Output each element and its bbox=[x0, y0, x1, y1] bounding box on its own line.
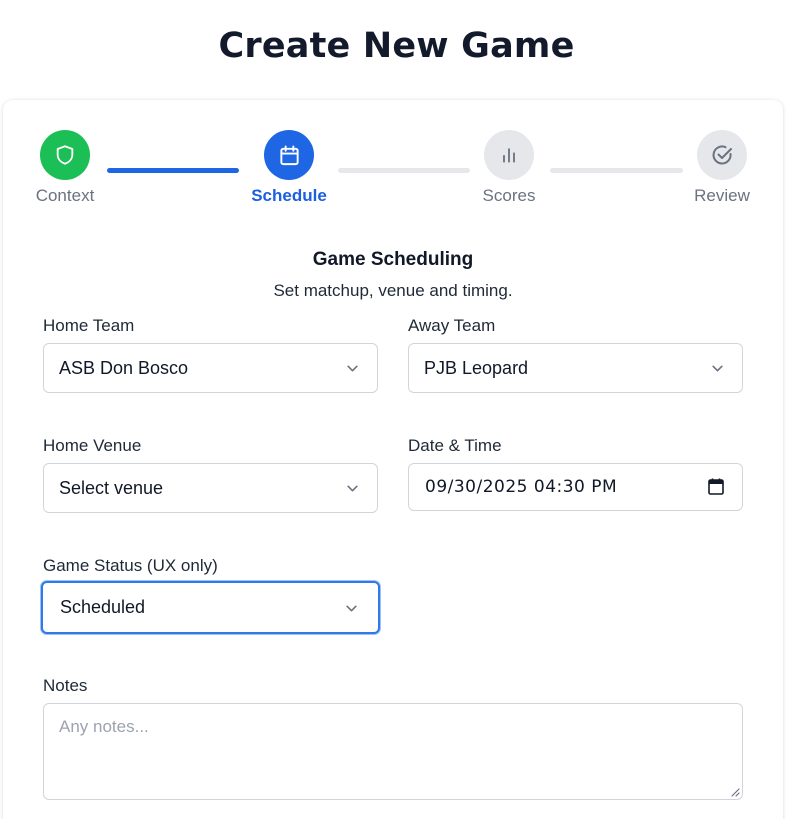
step-schedule-circle bbox=[264, 130, 314, 180]
home-venue-value: Select venue bbox=[59, 477, 164, 498]
step-context[interactable]: Context bbox=[15, 130, 115, 206]
step-schedule[interactable]: Schedule bbox=[239, 130, 339, 206]
date-time-label: Date & Time bbox=[408, 436, 502, 455]
date-time-value: 09/30/2025 04:30 PM bbox=[425, 477, 618, 497]
step-connector-3 bbox=[550, 168, 683, 173]
calendar-icon bbox=[279, 144, 299, 165]
step-scores-circle bbox=[484, 130, 534, 180]
step-label: Scores bbox=[482, 186, 536, 205]
home-team-value: ASB Don Bosco bbox=[59, 357, 189, 378]
chevron-down-icon bbox=[346, 605, 357, 612]
step-label: Schedule bbox=[251, 186, 327, 205]
home-venue-label: Home Venue bbox=[43, 436, 142, 455]
home-team-label: Home Team bbox=[43, 316, 135, 335]
step-label: Context bbox=[35, 186, 95, 205]
game-status-value: Scheduled bbox=[60, 597, 146, 617]
step-connector-1 bbox=[107, 168, 239, 173]
calendar-picker-icon[interactable] bbox=[708, 478, 724, 495]
page-title: Create New Game bbox=[218, 26, 575, 66]
section-heading: Game Scheduling bbox=[312, 249, 474, 270]
step-review[interactable]: Review bbox=[672, 130, 772, 206]
resize-grip-icon[interactable] bbox=[730, 787, 740, 797]
game-status-select[interactable]: Scheduled bbox=[41, 581, 380, 634]
check-circle-icon bbox=[712, 145, 732, 165]
chevron-down-icon bbox=[347, 365, 358, 372]
shield-icon bbox=[56, 145, 74, 165]
step-connector-2 bbox=[338, 168, 470, 173]
home-venue-select[interactable]: Select venue bbox=[43, 463, 378, 513]
step-review-circle bbox=[697, 130, 747, 180]
away-team-value: PJB Leopard bbox=[424, 357, 529, 378]
notes-textarea[interactable]: Any notes... bbox=[43, 703, 743, 800]
chevron-down-icon bbox=[347, 485, 358, 492]
away-team-label: Away Team bbox=[408, 316, 496, 335]
bar-chart-icon bbox=[503, 148, 515, 163]
notes-placeholder: Any notes... bbox=[59, 717, 149, 736]
section-subheading: Set matchup, venue and timing. bbox=[273, 281, 513, 300]
date-time-input[interactable]: 09/30/2025 04:30 PM bbox=[408, 463, 743, 511]
home-team-select[interactable]: ASB Don Bosco bbox=[43, 343, 378, 393]
step-scores[interactable]: Scores bbox=[459, 130, 559, 206]
chevron-down-icon bbox=[712, 365, 723, 372]
notes-label: Notes bbox=[43, 676, 88, 695]
away-team-select[interactable]: PJB Leopard bbox=[408, 343, 743, 393]
step-label: Review bbox=[694, 186, 750, 205]
game-status-label: Game Status (UX only) bbox=[43, 556, 218, 575]
step-context-circle bbox=[40, 130, 90, 180]
